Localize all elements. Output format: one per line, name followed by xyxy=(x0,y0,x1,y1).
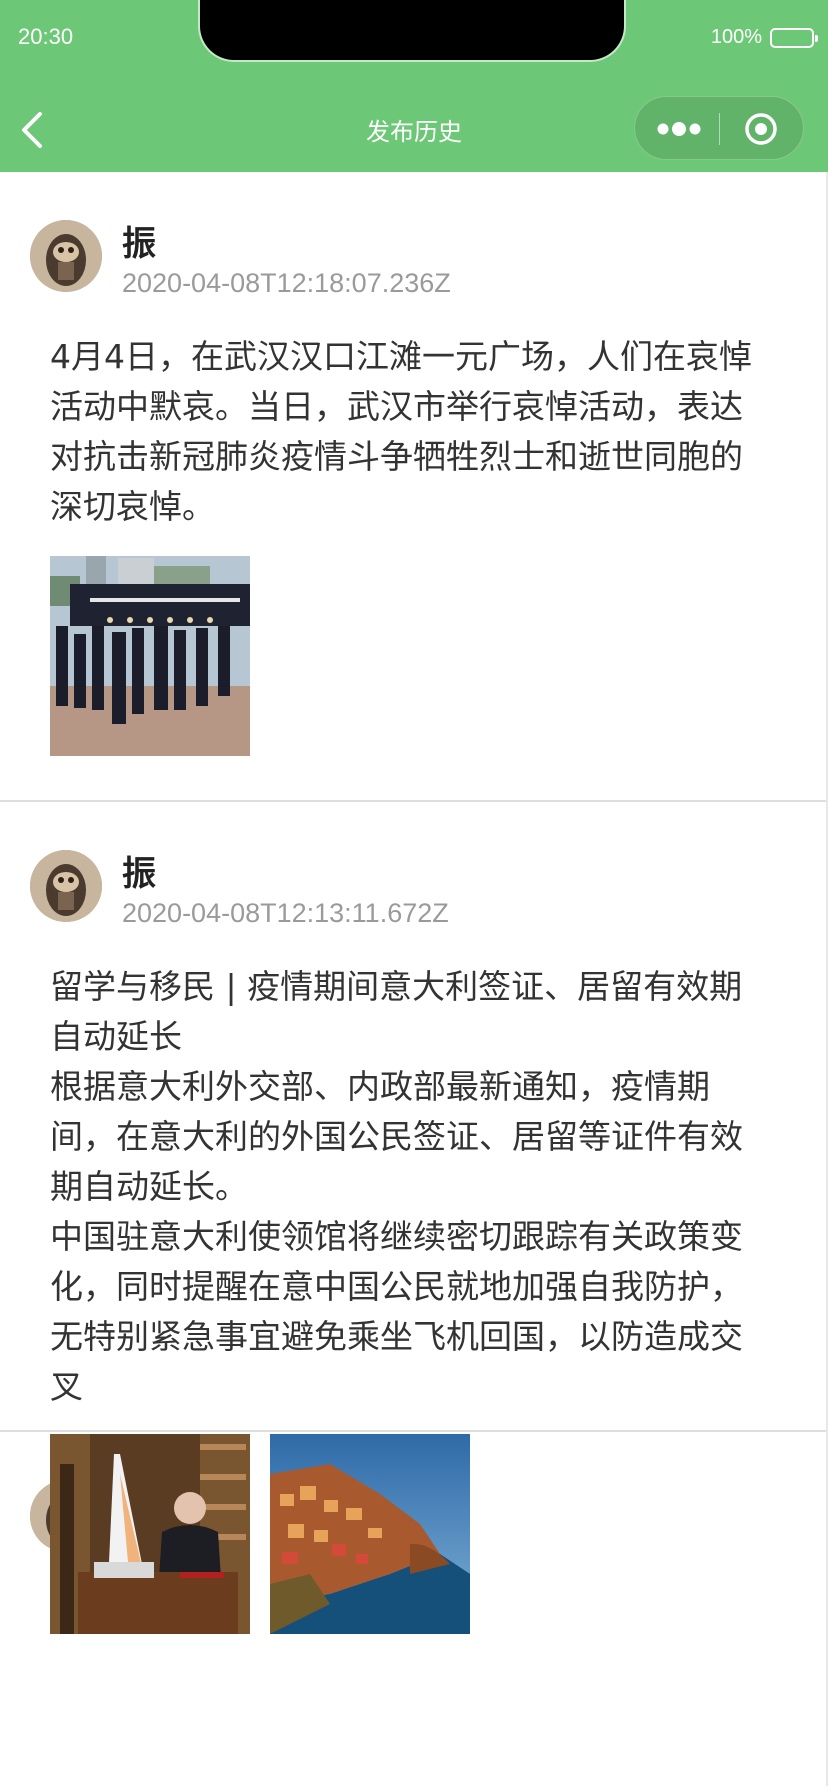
post-image-thumbnail[interactable] xyxy=(50,556,250,756)
battery-icon xyxy=(770,27,818,48)
navigation-header: 20:30 100% 发布历史 xyxy=(0,0,828,172)
post-timestamp: 2020-04-08T12:18:07.236Z xyxy=(122,268,451,298)
post-image-thumbnail[interactable] xyxy=(50,1434,250,1634)
more-options-icon[interactable] xyxy=(655,115,725,143)
close-miniprogram-icon[interactable] xyxy=(743,111,779,147)
miniprogram-capsule xyxy=(634,96,804,160)
status-battery: 100% xyxy=(710,26,818,49)
post-timestamp: 2020-04-08T12:13:11.672Z xyxy=(122,898,449,928)
post-author: 振 xyxy=(122,854,156,894)
post-item[interactable]: 振 2020-04-08T12:18:07.236Z 4月4日，在武汉汉口江滩一… xyxy=(0,172,826,802)
battery-percentage: 100% xyxy=(710,26,762,48)
post-author: 振 xyxy=(122,224,156,264)
post-text: 留学与移民 | 疫情期间意大利签证、居留有效期 自动延长 根据意大利外交部、内政… xyxy=(50,967,743,1406)
status-time: 20:30 xyxy=(18,24,74,49)
post-text: 4月4日，在武汉汉口江滩一元广场，人们在哀悼 活动中默哀。当日，武汉市举行哀悼活… xyxy=(50,337,752,526)
post-image-thumbnail[interactable] xyxy=(270,1434,470,1634)
device-notch xyxy=(200,0,624,60)
avatar[interactable] xyxy=(30,220,102,292)
capsule-divider xyxy=(719,113,720,145)
post-item[interactable]: 振 2020-04-08T12:13:11.672Z 留学与移民 | 疫情期间意… xyxy=(0,802,826,1432)
post-feed: 振 2020-04-08T12:18:07.236Z 4月4日，在武汉汉口江滩一… xyxy=(0,172,826,1552)
avatar[interactable] xyxy=(30,850,102,922)
